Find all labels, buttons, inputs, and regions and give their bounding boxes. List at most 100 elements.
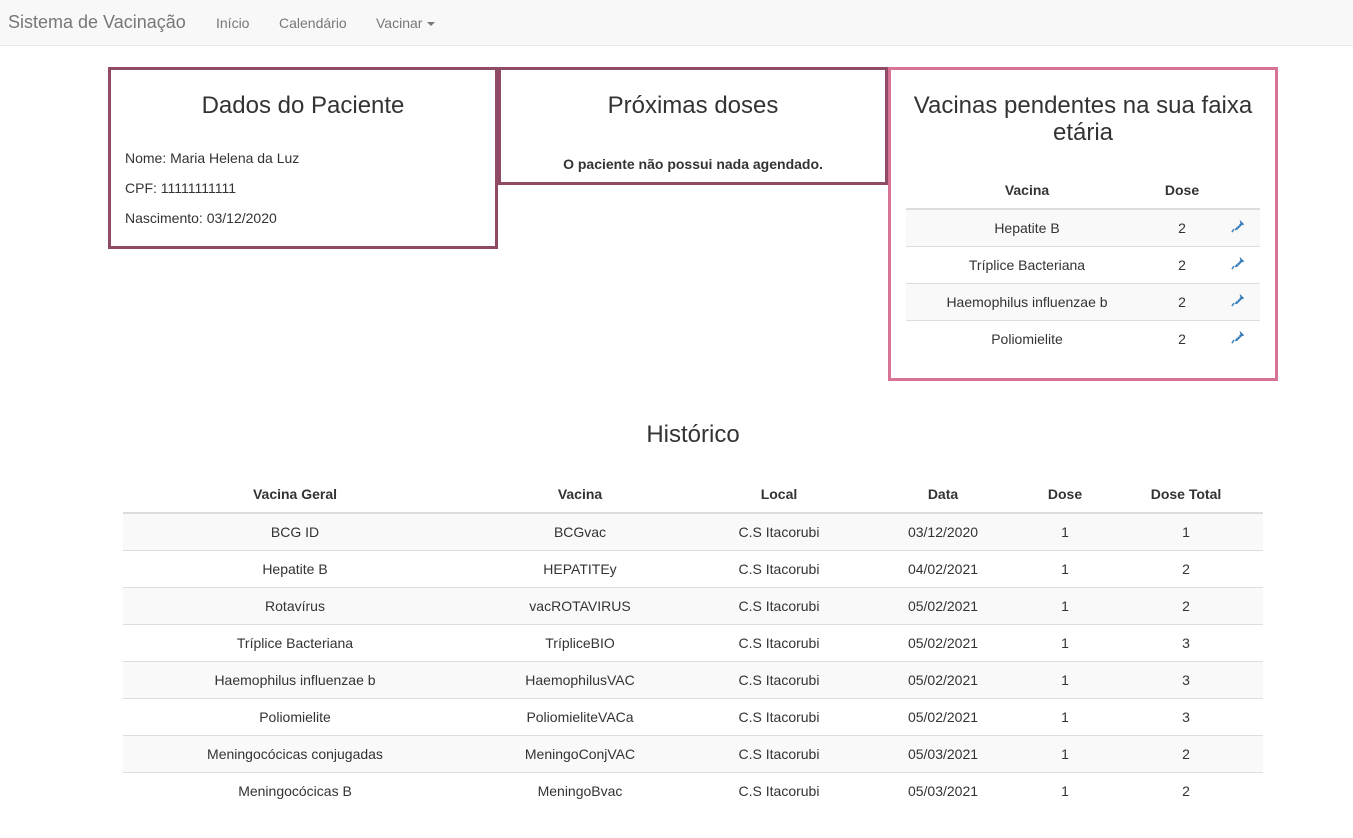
history-vacina-geral-cell: Meningocócicas conjugadas — [123, 734, 467, 772]
pending-dose-cell: 2 — [1148, 282, 1216, 320]
history-dose-total-cell: 1 — [1109, 512, 1263, 550]
syringe-icon[interactable] — [1231, 293, 1245, 310]
nav-link-calendario[interactable]: Calendário — [279, 15, 347, 31]
history-dose-total-cell: 3 — [1109, 623, 1263, 661]
pending-vacina-cell: Haemophilus influenzae b — [906, 282, 1148, 320]
patient-panel: Dados do Paciente Nome: Maria Helena da … — [108, 67, 498, 249]
history-data-cell: 05/03/2021 — [865, 771, 1021, 809]
nav-dropdown-vacinar-label: Vacinar — [376, 15, 423, 31]
history-data-cell: 05/02/2021 — [865, 586, 1021, 624]
history-local-cell: C.S Itacorubi — [693, 697, 865, 735]
history-local-cell: C.S Itacorubi — [693, 771, 865, 809]
col-header-dose: Dose — [1148, 172, 1216, 210]
history-dose-cell: 1 — [1021, 586, 1109, 624]
col-header-dose-total: Dose Total — [1109, 476, 1263, 514]
pending-vaccines-panel: Vacinas pendentes na sua faixa etária Va… — [888, 67, 1278, 381]
history-table: Vacina Geral Vacina Local Data Dose Dose… — [123, 476, 1263, 809]
history-vacina-cell: HaemophilusVAC — [467, 660, 693, 698]
history-vacina-geral-cell: Tríplice Bacteriana — [123, 623, 467, 661]
table-row: Hepatite B HEPATITEy C.S Itacorubi 04/02/20… — [123, 549, 1263, 587]
top-navbar: Sistema de Vacinação Início Calendário V… — [0, 0, 1353, 46]
next-doses-title: Próximas doses — [607, 92, 779, 119]
history-local-cell: C.S Itacorubi — [693, 549, 865, 587]
patient-panel-title: Dados do Paciente — [201, 92, 405, 119]
history-dose-cell: 1 — [1021, 549, 1109, 587]
history-dose-total-cell: 3 — [1109, 660, 1263, 698]
table-row: BCG ID BCGvac C.S Itacorubi 03/12/2020 1 1 — [123, 512, 1263, 550]
table-row: Poliomielite PoliomieliteVACa C.S Itacorub… — [123, 697, 1263, 735]
col-header-dose: Dose — [1021, 476, 1109, 514]
history-vacina-geral-cell: Meningocócicas B — [123, 771, 467, 809]
pending-vaccines-title: Vacinas pendentes na sua faixa etária — [913, 92, 1253, 146]
history-dose-cell: 1 — [1021, 512, 1109, 550]
history-vacina-geral-cell: Poliomielite — [123, 697, 467, 735]
history-local-cell: C.S Itacorubi — [693, 586, 865, 624]
history-local-cell: C.S Itacorubi — [693, 734, 865, 772]
history-vacina-geral-cell: Haemophilus influenzae b — [123, 660, 467, 698]
patient-birthdate: Nascimento: 03/12/2020 — [125, 210, 277, 226]
history-dose-cell: 1 — [1021, 771, 1109, 809]
table-row: Meningocócicas B MeningoBvac C.S Itacorubi… — [123, 771, 1263, 809]
history-vacina-cell: BCGvac — [467, 512, 693, 550]
table-row: Poliomielite 2 — [906, 319, 1260, 357]
history-local-cell: C.S Itacorubi — [693, 623, 865, 661]
table-header-row: Vacina Geral Vacina Local Data Dose Dose… — [123, 476, 1263, 514]
history-title: Histórico — [646, 421, 740, 448]
col-header-vacina-geral: Vacina Geral — [123, 476, 467, 514]
col-header-action — [1216, 172, 1260, 210]
table-row: Hepatite B 2 — [906, 208, 1260, 246]
col-header-vacina: Vacina — [906, 172, 1148, 210]
pending-dose-cell: 2 — [1148, 319, 1216, 357]
history-local-cell: C.S Itacorubi — [693, 512, 865, 550]
history-data-cell: 03/12/2020 — [865, 512, 1021, 550]
pending-vacina-cell: Tríplice Bacteriana — [906, 245, 1148, 283]
col-header-vacina: Vacina — [467, 476, 693, 514]
table-row: Tríplice Bacteriana TrípliceBIO C.S Itacor… — [123, 623, 1263, 661]
history-data-cell: 05/02/2021 — [865, 623, 1021, 661]
history-vacina-cell: TrípliceBIO — [467, 623, 693, 661]
nav-link-inicio[interactable]: Início — [216, 15, 249, 31]
history-dose-total-cell: 2 — [1109, 771, 1263, 809]
next-doses-panel: Próximas doses O paciente não possui nad… — [498, 67, 888, 185]
history-dose-total-cell: 2 — [1109, 586, 1263, 624]
history-data-cell: 05/02/2021 — [865, 697, 1021, 735]
history-data-cell: 05/03/2021 — [865, 734, 1021, 772]
history-vacina-cell: PoliomieliteVACa — [467, 697, 693, 735]
table-row: Haemophilus influenzae b 2 — [906, 282, 1260, 320]
history-vacina-geral-cell: Hepatite B — [123, 549, 467, 587]
col-header-data: Data — [865, 476, 1021, 514]
pending-action-cell — [1216, 319, 1260, 357]
pending-action-cell — [1216, 245, 1260, 283]
pending-dose-cell: 2 — [1148, 245, 1216, 283]
history-vacina-geral-cell: BCG ID — [123, 512, 467, 550]
pending-vacina-cell: Poliomielite — [906, 319, 1148, 357]
history-vacina-cell: MeningoBvac — [467, 771, 693, 809]
pending-vacina-cell: Hepatite B — [906, 208, 1148, 246]
patient-name: Nome: Maria Helena da Luz — [125, 150, 300, 166]
syringe-icon[interactable] — [1231, 330, 1245, 347]
history-data-cell: 04/02/2021 — [865, 549, 1021, 587]
pending-action-cell — [1216, 282, 1260, 320]
syringe-icon[interactable] — [1231, 219, 1245, 236]
history-dose-total-cell: 2 — [1109, 734, 1263, 772]
table-row: Haemophilus influenzae b HaemophilusVAC C.… — [123, 660, 1263, 698]
history-dose-cell: 1 — [1021, 697, 1109, 735]
history-dose-total-cell: 3 — [1109, 697, 1263, 735]
history-dose-cell: 1 — [1021, 734, 1109, 772]
history-data-cell: 05/02/2021 — [865, 660, 1021, 698]
history-vacina-cell: vacROTAVIRUS — [467, 586, 693, 624]
table-row: Rotavírus vacROTAVIRUS C.S Itacorubi 05/02/… — [123, 586, 1263, 624]
history-vacina-cell: HEPATITEy — [467, 549, 693, 587]
history-local-cell: C.S Itacorubi — [693, 660, 865, 698]
history-dose-cell: 1 — [1021, 623, 1109, 661]
caret-down-icon — [427, 22, 436, 27]
navbar-brand[interactable]: Sistema de Vacinação — [8, 12, 186, 33]
nav-dropdown-vacinar[interactable]: Vacinar — [376, 15, 436, 31]
next-doses-empty-message: O paciente não possui nada agendado. — [563, 156, 823, 172]
history-dose-cell: 1 — [1021, 660, 1109, 698]
history-vacina-cell: MeningoConjVAC — [467, 734, 693, 772]
table-row: Tríplice Bacteriana 2 — [906, 245, 1260, 283]
pending-vaccines-table: Vacina Dose Hepatite B 2 Tríplice Bacter… — [906, 172, 1260, 357]
syringe-icon[interactable] — [1231, 256, 1245, 273]
table-header-row: Vacina Dose — [906, 172, 1260, 210]
